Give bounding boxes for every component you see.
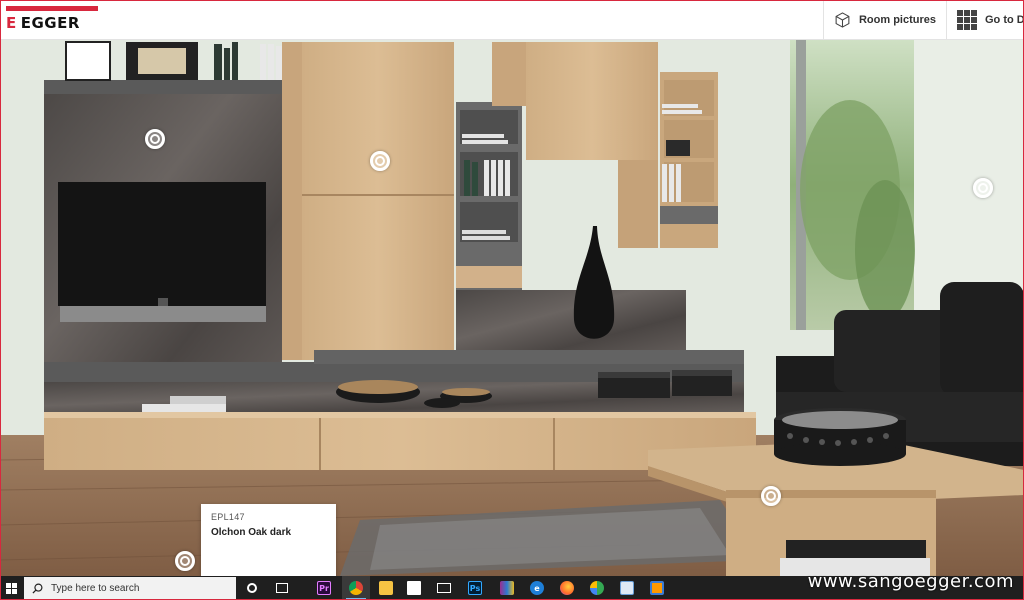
search-placeholder: Type here to search: [51, 582, 140, 594]
material-card[interactable]: EPL147 Olchon Oak dark: [201, 504, 336, 576]
cortana-button[interactable]: [242, 576, 262, 600]
top-header: EEGGER Room pictures Go to De: [0, 0, 1024, 40]
start-button[interactable]: [0, 576, 22, 600]
watermark: www.sangoegger.com: [807, 571, 1014, 592]
material-name: Olchon Oak dark: [211, 527, 292, 538]
taskbar-mail[interactable]: [434, 576, 454, 600]
folder-icon: [379, 581, 393, 595]
taskbar-notepad[interactable]: [616, 576, 638, 600]
go-to-label: Go to De: [985, 14, 1024, 26]
egger-logo[interactable]: E EGGER: [6, 6, 100, 32]
taskbar-photoshop[interactable]: Ps: [464, 576, 486, 600]
search-icon: [32, 583, 43, 594]
go-to-button[interactable]: Go to De: [946, 0, 1024, 40]
winrar-icon: [500, 581, 514, 595]
task-view-icon: [276, 583, 288, 593]
sublime-icon: [650, 581, 664, 595]
chrome-icon: [349, 581, 363, 595]
hotspot-wall-right[interactable]: [973, 178, 993, 198]
taskbar-media-player[interactable]: [586, 576, 608, 600]
hotspot-coffee-table[interactable]: [761, 486, 781, 506]
edge-icon: e: [530, 581, 544, 595]
taskbar-chrome[interactable]: [342, 576, 370, 600]
hotspot-wall-panel[interactable]: [145, 129, 165, 149]
task-view-button[interactable]: [272, 576, 292, 600]
media-player-icon: [590, 581, 604, 595]
taskbar-search[interactable]: Type here to search: [24, 577, 236, 599]
grid-icon: [957, 10, 977, 30]
taskbar-sublime[interactable]: [646, 576, 668, 600]
taskbar-edge[interactable]: e: [526, 576, 548, 600]
room-scene: EPL147 Olchon Oak dark: [0, 40, 1024, 576]
room-illustration: [0, 40, 1024, 576]
room-pictures-label: Room pictures: [858, 14, 936, 26]
taskbar-firefox[interactable]: [556, 576, 578, 600]
taskbar-premiere[interactable]: Pr: [312, 576, 336, 600]
logo-bar: [6, 6, 98, 11]
logo-wordmark: E EGGER: [6, 14, 80, 32]
hotspot-floor[interactable]: [175, 551, 195, 571]
taskbar-winrar[interactable]: [496, 576, 518, 600]
firefox-icon: [560, 581, 574, 595]
circle-icon: [247, 583, 257, 593]
room-pictures-button[interactable]: Room pictures: [823, 0, 946, 40]
cube-icon: [835, 12, 850, 28]
store-icon: [407, 581, 421, 595]
windows-icon: [5, 582, 17, 594]
taskbar-store[interactable]: [404, 576, 424, 600]
hotspot-oak-cabinet[interactable]: [370, 151, 390, 171]
photoshop-icon: Ps: [468, 581, 482, 595]
taskbar-file-explorer[interactable]: [376, 576, 396, 600]
notepad-icon: [620, 581, 634, 595]
mail-icon: [437, 583, 451, 593]
material-code: EPL147: [211, 512, 245, 522]
premiere-pro-icon: Pr: [317, 581, 331, 595]
